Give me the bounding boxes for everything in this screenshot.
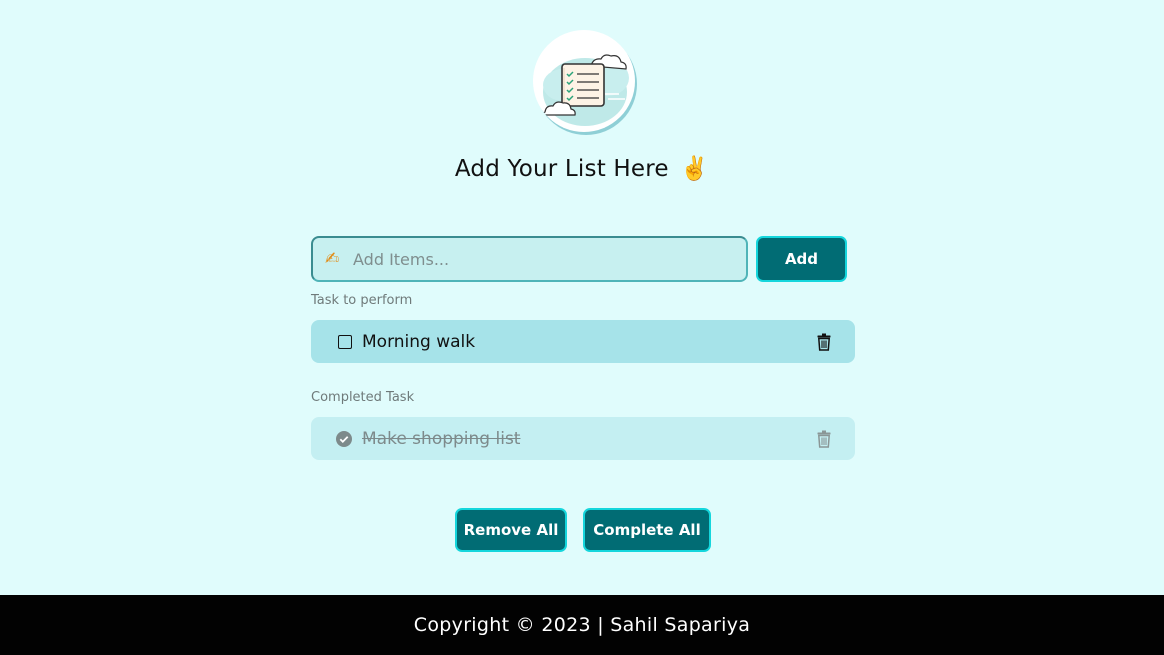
trash-icon[interactable] [817,333,831,351]
page-title: Add Your List Here ✌️ [0,155,1164,182]
remove-all-button[interactable]: Remove All [455,508,567,552]
todo-section-label: Task to perform [311,293,413,308]
checklist-clouds-icon [542,54,629,126]
writing-hand-icon: ✍ [325,249,340,269]
completed-section-label: Completed Task [311,390,415,405]
task-row-completed[interactable]: Make shopping list [311,417,855,460]
victory-hand-icon: ✌️ [680,156,710,182]
add-item-input[interactable] [351,238,733,280]
footer: Copyright © 2023 | Sahil Sapariya [0,595,1164,655]
task-row-todo[interactable]: Morning walk [311,320,855,363]
check-circle-icon[interactable] [336,430,352,447]
task-checkbox[interactable] [338,334,352,349]
footer-copyright: Copyright © 2023 | Sahil Sapariya [413,614,751,636]
trash-icon[interactable] [817,430,831,448]
task-text: Make shopping list [362,428,521,449]
page-title-text: Add Your List Here [454,156,669,182]
complete-all-button[interactable]: Complete All [583,508,711,552]
task-text: Morning walk [362,331,476,352]
add-item-field[interactable]: ✍ [311,236,748,282]
app-logo [533,30,635,132]
add-button[interactable]: Add [756,236,847,282]
